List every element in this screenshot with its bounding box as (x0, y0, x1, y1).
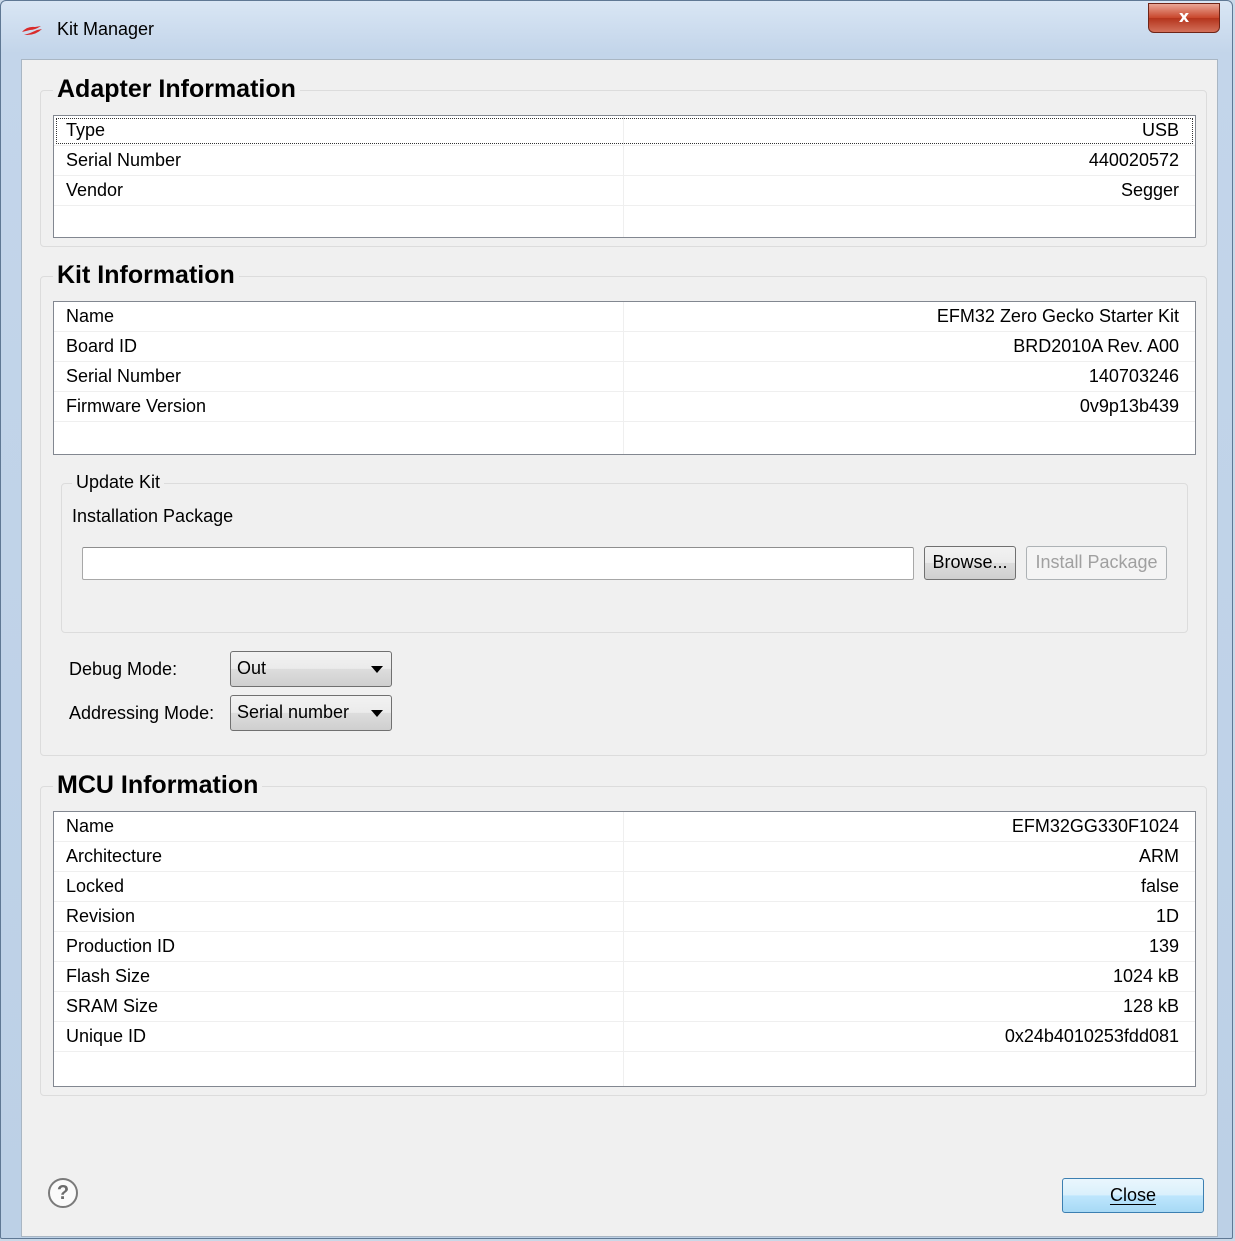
debug-mode-label: Debug Mode: (69, 659, 178, 679)
row-value: 139 (1148, 936, 1179, 956)
kit-information-group: Kit Information Name EFM32 Zero Gecko St… (40, 261, 1207, 756)
mcu-information-title: MCU Information (53, 771, 263, 800)
table-row[interactable]: Firmware Version 0v9p13b439 (54, 392, 1195, 422)
silicon-labs-logo-icon (22, 26, 42, 35)
addressing-mode-select[interactable]: Serial number (230, 695, 392, 731)
window-close-button[interactable]: x (1148, 3, 1220, 33)
row-key: Firmware Version (66, 396, 207, 416)
table-row[interactable]: Vendor Segger (54, 176, 1195, 206)
window-title: Kit Manager (57, 19, 155, 39)
row-key: Name (66, 816, 115, 836)
row-value: USB (1141, 120, 1179, 140)
row-value: EFM32 Zero Gecko Starter Kit (936, 306, 1179, 326)
install-package-button[interactable]: Install Package (1026, 546, 1167, 580)
debug-mode-value: Out (237, 658, 267, 678)
mcu-information-group: MCU Information Name EFM32GG330F1024 Arc… (40, 771, 1207, 1096)
row-key: Board ID (66, 336, 138, 356)
row-key: Name (66, 306, 115, 326)
adapter-information-title: Adapter Information (53, 75, 300, 104)
row-value: 440020572 (1088, 150, 1179, 170)
row-value: 128 kB (1122, 996, 1179, 1016)
table-row[interactable]: Revision 1D (54, 902, 1195, 932)
mcu-information-table: Name EFM32GG330F1024 Architecture ARM Lo… (53, 811, 1196, 1087)
row-key: Locked (66, 876, 125, 896)
row-value: 1024 kB (1112, 966, 1179, 986)
title-bar: Kit Manager x (1, 1, 1232, 59)
installation-package-input[interactable] (82, 547, 914, 580)
help-icon[interactable]: ? (48, 1178, 78, 1208)
row-key: Vendor (66, 180, 124, 200)
kit-information-table: Name EFM32 Zero Gecko Starter Kit Board … (53, 301, 1196, 455)
row-value: EFM32GG330F1024 (1011, 816, 1179, 836)
adapter-information-group: Adapter Information Type USB Serial Numb… (40, 75, 1207, 247)
table-row[interactable]: Unique ID 0x24b4010253fdd081 (54, 1022, 1195, 1052)
table-row[interactable]: Flash Size 1024 kB (54, 962, 1195, 992)
row-value: BRD2010A Rev. A00 (1013, 336, 1179, 356)
row-key: Serial Number (66, 366, 182, 386)
addressing-mode-label: Addressing Mode: (69, 703, 215, 723)
adapter-information-table: Type USB Serial Number 440020572 Vendor … (53, 115, 1196, 238)
row-key: Production ID (66, 936, 176, 956)
row-key: Serial Number (66, 150, 182, 170)
table-row[interactable]: Locked false (54, 872, 1195, 902)
close-icon: x (1178, 7, 1190, 26)
installation-package-label: Installation Package (72, 506, 234, 526)
row-key: Architecture (66, 846, 163, 866)
row-value: 0v9p13b439 (1079, 396, 1179, 416)
close-button[interactable]: Close (1062, 1178, 1204, 1213)
kit-manager-window: Kit Manager x Adapter Information Type U… (0, 0, 1233, 1239)
chevron-down-icon (371, 666, 383, 673)
close-button-label: Close (1109, 1185, 1157, 1205)
row-value: 140703246 (1088, 366, 1179, 386)
row-value: 1D (1155, 906, 1179, 926)
row-key: Flash Size (66, 966, 151, 986)
addressing-mode-value: Serial number (237, 702, 350, 722)
row-value: false (1140, 876, 1179, 896)
chevron-down-icon (371, 710, 383, 717)
table-row[interactable]: SRAM Size 128 kB (54, 992, 1195, 1022)
update-kit-title: Update Kit (72, 472, 165, 493)
row-key: Unique ID (66, 1026, 147, 1046)
table-row[interactable]: Serial Number 140703246 (54, 362, 1195, 392)
dialog-client-area: Adapter Information Type USB Serial Numb… (21, 59, 1218, 1237)
kit-information-title: Kit Information (53, 261, 239, 290)
row-value: ARM (1139, 846, 1179, 866)
table-row[interactable]: Type USB (54, 116, 1195, 146)
debug-mode-select[interactable]: Out (230, 651, 392, 687)
row-key: Revision (66, 906, 136, 926)
table-row[interactable]: Serial Number 440020572 (54, 146, 1195, 176)
table-row[interactable]: Name EFM32GG330F1024 (54, 812, 1195, 842)
table-row[interactable]: Production ID 139 (54, 932, 1195, 962)
table-row[interactable]: Architecture ARM (54, 842, 1195, 872)
table-row[interactable]: Name EFM32 Zero Gecko Starter Kit (54, 302, 1195, 332)
table-row[interactable]: Board ID BRD2010A Rev. A00 (54, 332, 1195, 362)
row-key: Type (66, 120, 106, 140)
update-kit-group: Update Kit Installation Package Browse..… (61, 472, 1188, 633)
row-value: 0x24b4010253fdd081 (1004, 1026, 1179, 1046)
browse-button[interactable]: Browse... (924, 546, 1016, 580)
row-value: Segger (1120, 180, 1179, 200)
row-key: SRAM Size (66, 996, 159, 1016)
